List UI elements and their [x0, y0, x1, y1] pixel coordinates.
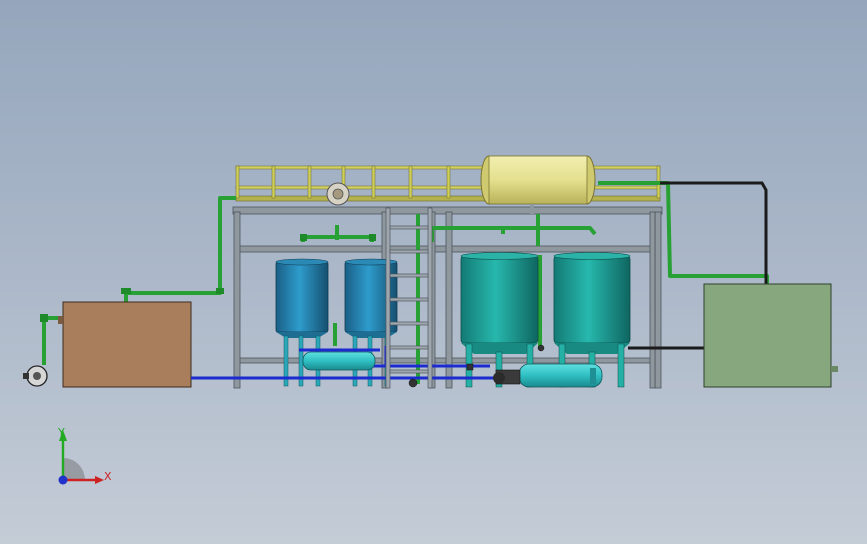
top-platform-railing	[235, 165, 661, 202]
triad-y-label: Y	[57, 426, 65, 439]
platform-fan-icon[interactable]	[326, 182, 350, 206]
transfer-pump-large[interactable]	[493, 363, 603, 388]
triad-x-label: X	[104, 470, 112, 483]
brown-storage-tank[interactable]	[58, 301, 192, 388]
left-pump-icon[interactable]	[23, 365, 48, 387]
horizontal-pressure-vessel[interactable]	[480, 155, 596, 214]
coordinate-triad: Y X	[57, 426, 112, 485]
green-storage-tank[interactable]	[703, 283, 838, 388]
z-axis-dot	[58, 475, 68, 485]
cad-viewport[interactable]: Y X	[0, 0, 867, 544]
transfer-pump-small[interactable]	[302, 351, 376, 371]
